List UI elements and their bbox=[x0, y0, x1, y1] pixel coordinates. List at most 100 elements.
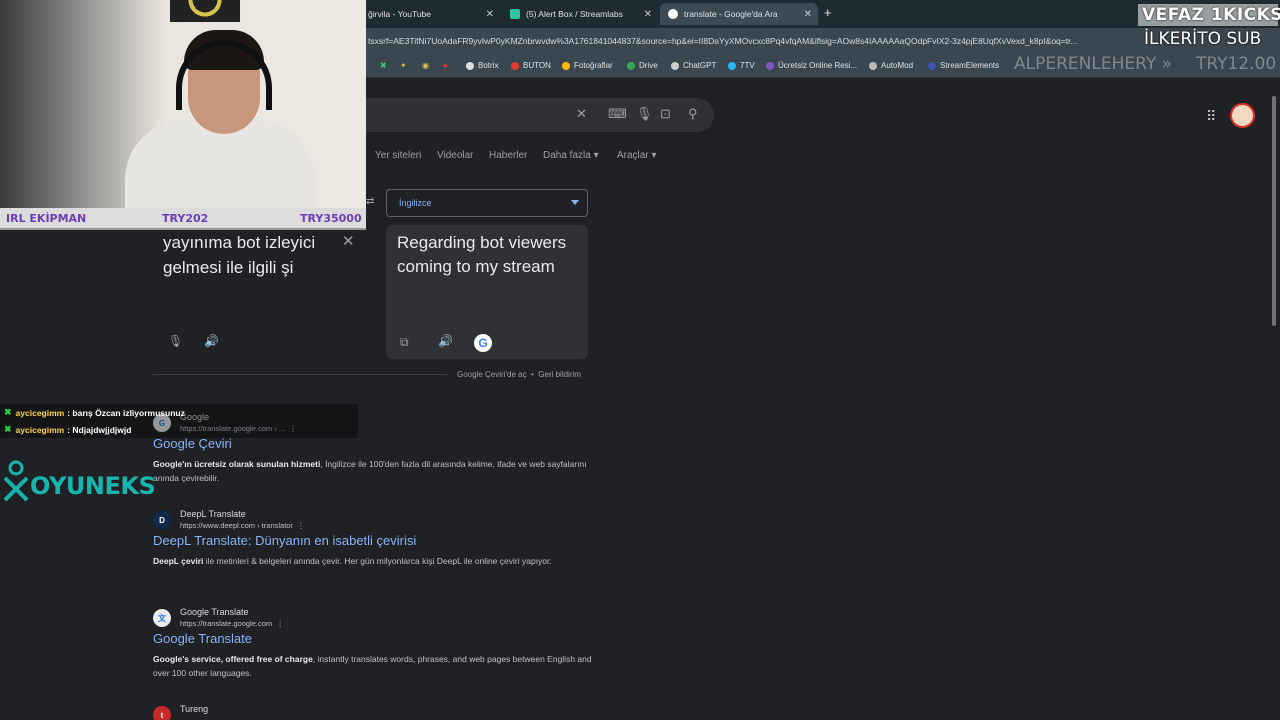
tab-haberler[interactable]: Haberler bbox=[489, 150, 527, 161]
tab-yer-siteleri[interactable]: Yer siteleri bbox=[375, 150, 421, 161]
close-icon[interactable]: ✕ bbox=[804, 9, 812, 20]
webcam-feed bbox=[0, 0, 366, 208]
source-text-input[interactable]: yayınıma bot izleyici gelmesi ile ilgili… bbox=[163, 230, 343, 280]
chat-message: ✖ aycicegimm : Ndjajdwjjdjwjd bbox=[0, 421, 358, 438]
result-title-link[interactable]: Google Translate bbox=[153, 631, 252, 646]
feedback-link[interactable]: Geri bildirim bbox=[538, 370, 581, 379]
bookmark-label: StreamElements bbox=[940, 61, 1000, 70]
tab-streamlabs[interactable]: (5) Alert Box / Streamlabs ✕ bbox=[502, 3, 658, 25]
tureng-favicon-icon: t bbox=[153, 706, 171, 720]
clear-source-icon[interactable]: ✕ bbox=[342, 232, 355, 250]
result-url: https://translate.google.com ⋮ bbox=[180, 619, 284, 628]
bookmark-icon[interactable]: ✖ bbox=[380, 61, 387, 70]
tab-label: Daha fazla bbox=[543, 150, 591, 161]
target-language-select[interactable]: İngilizce bbox=[386, 189, 588, 217]
bookmark-icon[interactable]: ◉ bbox=[422, 61, 429, 70]
tab-google-search[interactable]: translate - Google'da Ara ✕ bbox=[660, 3, 818, 25]
chat-message: ✖ aycicegimm : barış Özcan izliyormusunu… bbox=[0, 404, 358, 421]
speaker-icon[interactable]: 🔊 bbox=[204, 334, 219, 348]
tab-label: translate - Google'da Ara bbox=[684, 9, 778, 19]
result-url: https://www.deepl.com › translator ⋮ bbox=[180, 521, 305, 530]
chat-username: aycicegimm bbox=[15, 424, 65, 435]
result-description: Google's service, offered free of charge… bbox=[153, 652, 593, 680]
result-title-link[interactable]: Google Çeviri bbox=[153, 436, 232, 451]
google-translate-favicon-icon: 文 bbox=[153, 609, 171, 627]
bookmark-chatgpt[interactable]: ChatGPT bbox=[671, 61, 716, 70]
more-options-icon[interactable]: ⋮ bbox=[276, 619, 284, 628]
apps-grid-icon[interactable]: ⠿ bbox=[1206, 108, 1216, 125]
tab-daha-fazla[interactable]: Daha fazla ▾ bbox=[543, 150, 599, 161]
open-in-translate-link[interactable]: Google Çeviri'de aç • Geri bildirim bbox=[457, 370, 581, 379]
scrollbar-thumb[interactable] bbox=[1272, 96, 1276, 326]
url-label: https://translate.google.com bbox=[180, 619, 273, 628]
close-icon[interactable]: ✕ bbox=[644, 9, 652, 20]
bookmark-buton[interactable]: BUTON bbox=[511, 61, 551, 70]
close-icon[interactable]: ✕ bbox=[486, 9, 494, 20]
scrollbar[interactable] bbox=[1270, 84, 1278, 720]
url-text[interactable]: tsxsrf=AE3TifNi7UoAdaFR9yvIwP0yKMZnbrwvd… bbox=[368, 36, 1138, 46]
deepl-favicon-icon: D bbox=[153, 511, 171, 529]
bookmark-7tv[interactable]: 7TV bbox=[728, 61, 755, 70]
search-input[interactable]: ✕ ⌨ 🎙 ⊡ ⚲ bbox=[366, 98, 714, 132]
more-options-icon[interactable]: ⋮ bbox=[297, 521, 305, 530]
tab-videolar[interactable]: Videolar bbox=[437, 150, 474, 161]
result-title-link[interactable]: DeepL Translate: Dünyanın en isabetli çe… bbox=[153, 533, 416, 548]
desc-bold: DeepL çeviri bbox=[153, 556, 204, 566]
bookmark-label: ChatGPT bbox=[683, 61, 717, 70]
tab-label: ğirvila - YouTube bbox=[368, 9, 432, 19]
bookmark-icon[interactable]: ✦ bbox=[400, 61, 407, 70]
streamlabs-icon bbox=[510, 9, 520, 19]
microphone-icon[interactable]: 🎙 bbox=[636, 106, 653, 122]
bookmark-fotograflar[interactable]: Fotoğraflar bbox=[562, 61, 613, 70]
kick-badge-icon: ✖ bbox=[4, 424, 12, 434]
bookmark-drive[interactable]: Drive bbox=[627, 61, 658, 70]
goal-label: IRL EKİPMAN bbox=[6, 212, 87, 225]
sponsor-logo: OYUNEKS bbox=[0, 458, 160, 508]
bookmark-label: BUTON bbox=[523, 61, 551, 70]
tab-araclar[interactable]: Araçlar ▾ bbox=[617, 150, 657, 161]
keyboard-icon[interactable]: ⌨ bbox=[608, 106, 627, 122]
divider bbox=[153, 374, 447, 375]
desc-bold: Google'ın ücretsiz olarak sunulan hizmet… bbox=[153, 459, 321, 469]
bookmark-automod[interactable]: AutoMod bbox=[869, 61, 913, 70]
translated-text: Regarding bot viewers coming to my strea… bbox=[397, 233, 567, 276]
sub-alert-text: İLKERİTO SUB bbox=[1144, 29, 1262, 49]
bookmark-icon[interactable]: ● bbox=[443, 61, 448, 70]
bookmark-label: Drive bbox=[639, 61, 658, 70]
goal-current: TRY202 bbox=[162, 212, 209, 225]
goal-target: TRY35000 bbox=[300, 212, 362, 225]
copy-icon[interactable]: ⧉ bbox=[400, 335, 409, 350]
microphone-icon[interactable]: 🎙 bbox=[168, 334, 183, 348]
dartboard-image bbox=[170, 0, 240, 22]
bookmark-label: 7TV bbox=[740, 61, 755, 70]
chat-text: : barış Özcan izliyormusunuz bbox=[67, 407, 185, 418]
result-site: Google Translate bbox=[180, 607, 249, 617]
google-lens-icon[interactable]: G bbox=[474, 334, 492, 352]
drive-icon bbox=[627, 61, 635, 70]
search-icon[interactable]: ⚲ bbox=[688, 106, 698, 122]
new-tab-button[interactable]: + bbox=[824, 5, 832, 20]
ticker-name: ALPERENLEHERY » bbox=[1014, 54, 1173, 74]
tab-label: (5) Alert Box / Streamlabs bbox=[526, 9, 623, 19]
tab-label: Araçlar bbox=[617, 150, 649, 161]
camera-search-icon[interactable]: ⊡ bbox=[660, 106, 671, 122]
speaker-icon[interactable]: 🔊 bbox=[438, 334, 453, 348]
bookmark-label: Fotoğraflar bbox=[574, 61, 613, 70]
kick-goal-text: VEFAZ 1KICKS bbox=[1142, 5, 1280, 25]
photos-icon bbox=[562, 61, 570, 70]
result-description: DeepL çeviri ile metinleri & belgeleri a… bbox=[153, 554, 593, 568]
bookmark-label: AutoMod bbox=[881, 61, 914, 70]
swap-languages-icon[interactable]: ⇄ bbox=[366, 196, 374, 207]
result-description: Google'ın ücretsiz olarak sunulan hizmet… bbox=[153, 457, 593, 485]
bookmark-streamelements[interactable]: StreamElements bbox=[928, 61, 999, 70]
bookmark-botrix[interactable]: Botrix bbox=[466, 61, 498, 70]
botrix-icon bbox=[466, 61, 474, 70]
result-site: Tureng bbox=[180, 704, 209, 714]
bookmark-resim[interactable]: Ücretsiz Online Resi... bbox=[766, 61, 857, 70]
avatar[interactable] bbox=[1230, 103, 1255, 128]
desc-bold: Google's service, offered free of charge bbox=[153, 654, 313, 664]
result-site: DeepL Translate bbox=[180, 509, 246, 519]
chat-username: aycicegimm bbox=[15, 407, 65, 418]
tab-youtube[interactable]: ğirvila - YouTube ✕ bbox=[360, 3, 500, 25]
clear-icon[interactable]: ✕ bbox=[576, 106, 587, 122]
